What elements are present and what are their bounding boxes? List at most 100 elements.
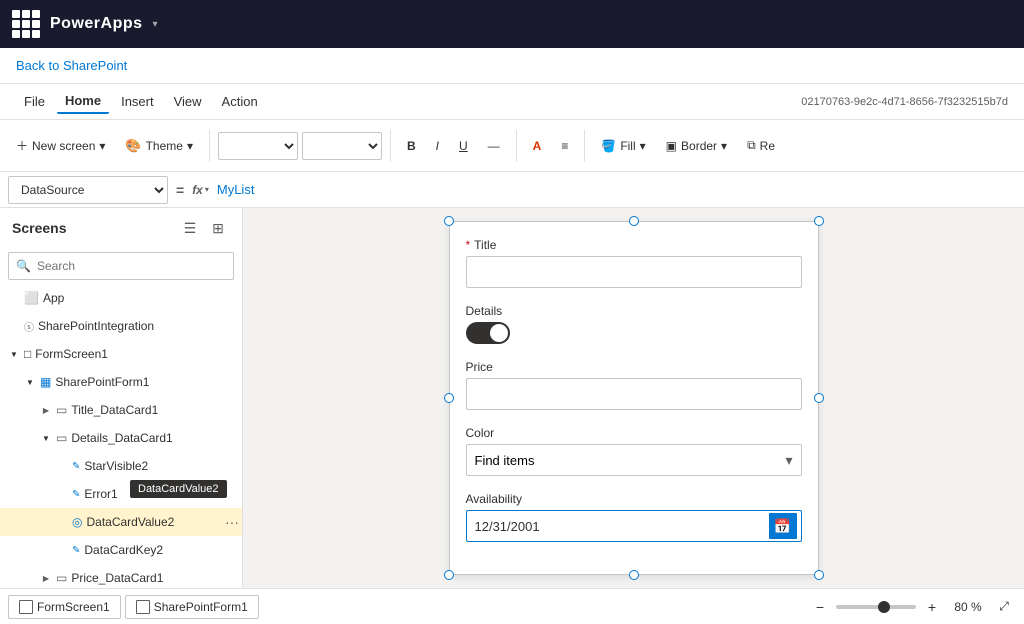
underline-button[interactable]: U bbox=[451, 135, 476, 157]
menu-action[interactable]: Action bbox=[214, 90, 266, 113]
tree: ⬜ App ⓢ SharePointIntegration ▼ □ FormSc… bbox=[0, 284, 242, 588]
tree-item-app[interactable]: ⬜ App bbox=[0, 284, 242, 312]
title-field-label: * Title bbox=[466, 238, 802, 252]
strikethrough-button[interactable]: — bbox=[480, 135, 508, 157]
tab-formscreen1[interactable]: FormScreen1 bbox=[8, 595, 121, 619]
title-input[interactable] bbox=[466, 256, 802, 288]
align-button[interactable]: ≡ bbox=[553, 135, 576, 157]
menu-home[interactable]: Home bbox=[57, 89, 109, 114]
form-preview: * Title Details Price bbox=[449, 221, 819, 575]
handle-right[interactable] bbox=[814, 393, 824, 403]
handle-bottom[interactable] bbox=[629, 570, 639, 580]
handle-bottom-left[interactable] bbox=[444, 570, 454, 580]
reorder-button[interactable]: ⧉ Re bbox=[739, 134, 783, 157]
bottom-bar: FormScreen1 SharePointForm1 − + 80 % ⤢ bbox=[0, 588, 1024, 624]
app-title: PowerApps bbox=[50, 15, 143, 33]
new-screen-chevron-icon: ▾ bbox=[99, 139, 105, 153]
app-grid-icon[interactable] bbox=[12, 10, 40, 38]
zoom-slider[interactable] bbox=[836, 605, 916, 609]
tab-sharepointform1-icon bbox=[136, 600, 150, 614]
spform1-icon: ▦ bbox=[40, 375, 51, 389]
bold-button[interactable]: B bbox=[399, 135, 424, 157]
title-card-expand-icon: ▶ bbox=[40, 404, 52, 416]
menu-insert[interactable]: Insert bbox=[113, 90, 162, 113]
datacardvalue2-icon: ◎ bbox=[72, 515, 82, 529]
handle-top-left[interactable] bbox=[444, 216, 454, 226]
fx-button[interactable]: fx ▾ bbox=[192, 183, 209, 197]
top-bar: PowerApps ▾ bbox=[0, 0, 1024, 48]
tree-item-error1[interactable]: ✎ Error1 DataCardValue2 bbox=[0, 480, 242, 508]
error1-expand-icon bbox=[56, 488, 68, 500]
border-button[interactable]: ▣ Border ▾ bbox=[658, 135, 735, 157]
formscreen1-label: FormScreen1 bbox=[35, 347, 242, 361]
left-panel: Screens ☰ ⊞ 🔍 ⬜ App ⓢ SharePointIntegrat… bbox=[0, 208, 243, 588]
new-screen-button[interactable]: ＋ New screen ▾ bbox=[8, 133, 113, 158]
list-view-icon[interactable]: ☰ bbox=[178, 216, 202, 240]
search-input[interactable] bbox=[8, 252, 234, 280]
zoom-in-button[interactable]: + bbox=[920, 595, 944, 619]
datacardvalue2-label: DataCardValue2 bbox=[86, 515, 218, 529]
calendar-icon: 📅 bbox=[774, 518, 791, 535]
handle-top[interactable] bbox=[629, 216, 639, 226]
price-input[interactable] bbox=[466, 378, 802, 410]
handle-bottom-right[interactable] bbox=[814, 570, 824, 580]
price-field-label: Price bbox=[466, 360, 802, 374]
tree-item-title-card[interactable]: ▶ ▭ Title_DataCard1 bbox=[0, 396, 242, 424]
handle-left[interactable] bbox=[444, 393, 454, 403]
tree-item-spi[interactable]: ⓢ SharePointIntegration bbox=[0, 312, 242, 340]
datacardvalue2-tooltip: DataCardValue2 bbox=[130, 480, 227, 498]
tree-item-datacardkey2[interactable]: ✎ DataCardKey2 bbox=[0, 536, 242, 564]
zoom-thumb bbox=[878, 601, 890, 613]
tab-formscreen1-label: FormScreen1 bbox=[37, 600, 110, 614]
formula-input[interactable] bbox=[217, 176, 1016, 204]
font-size-select[interactable] bbox=[302, 132, 382, 160]
datasource-select[interactable]: DataSource bbox=[8, 176, 168, 204]
fx-chevron-icon: ▾ bbox=[205, 185, 209, 194]
fit-button[interactable]: ⤢ bbox=[992, 595, 1016, 619]
color-field-group: Color Find items ▾ bbox=[466, 426, 802, 476]
new-screen-icon: ＋ bbox=[16, 137, 28, 154]
spi-label: SharePointIntegration bbox=[38, 319, 242, 333]
calendar-button[interactable]: 📅 bbox=[769, 513, 797, 539]
tab-sharepointform1-label: SharePointForm1 bbox=[154, 600, 248, 614]
handle-top-right[interactable] bbox=[814, 216, 824, 226]
spi-expand-icon bbox=[8, 320, 20, 332]
availability-field-group: Availability 12/31/2001 📅 bbox=[466, 492, 802, 542]
menu-view[interactable]: View bbox=[166, 90, 210, 113]
italic-button[interactable]: I bbox=[428, 135, 447, 157]
zoom-out-button[interactable]: − bbox=[808, 595, 832, 619]
tree-item-price-card[interactable]: ▶ ▭ Price_DataCard1 bbox=[0, 564, 242, 588]
tree-item-starvisible2[interactable]: ✎ StarVisible2 bbox=[0, 452, 242, 480]
color-dropdown[interactable]: Find items ▾ bbox=[466, 444, 802, 476]
title-required-marker: * bbox=[466, 238, 471, 252]
datacardvalue2-more-button[interactable]: ··· bbox=[222, 512, 242, 532]
back-to-sharepoint-link[interactable]: Back to SharePoint bbox=[16, 58, 127, 73]
details-card-expand-icon: ▼ bbox=[40, 432, 52, 444]
font-color-button[interactable]: A bbox=[525, 135, 550, 157]
fill-button[interactable]: 🪣 Fill ▾ bbox=[593, 135, 653, 157]
app-label: App bbox=[43, 291, 242, 305]
tree-item-details-card[interactable]: ▼ ▭ Details_DataCard1 bbox=[0, 424, 242, 452]
tab-formscreen1-icon bbox=[19, 600, 33, 614]
app-chevron-icon[interactable]: ▾ bbox=[153, 19, 158, 30]
tab-sharepointform1[interactable]: SharePointForm1 bbox=[125, 595, 259, 619]
fill-chevron-icon: ▾ bbox=[640, 139, 646, 153]
menu-file[interactable]: File bbox=[16, 90, 53, 113]
color-field-label: Color bbox=[466, 426, 802, 440]
canvas-area: * Title Details Price bbox=[243, 208, 1024, 588]
starvisible2-label: StarVisible2 bbox=[84, 459, 242, 473]
tree-item-formscreen1[interactable]: ▼ □ FormScreen1 bbox=[0, 340, 242, 368]
app-expand-icon bbox=[8, 292, 20, 304]
details-toggle[interactable] bbox=[466, 322, 510, 344]
tree-item-datacardvalue2[interactable]: ◎ DataCardValue2 ··· bbox=[0, 508, 242, 536]
search-icon: 🔍 bbox=[16, 259, 31, 273]
spform1-label: SharePointForm1 bbox=[55, 375, 242, 389]
title-field-group: * Title bbox=[466, 238, 802, 288]
theme-button[interactable]: 🎨 Theme ▾ bbox=[117, 134, 201, 158]
tree-item-spform1[interactable]: ▼ ▦ SharePointForm1 bbox=[0, 368, 242, 396]
error1-icon: ✎ bbox=[72, 489, 80, 500]
ribbon-separator-3 bbox=[516, 130, 517, 162]
font-family-select[interactable] bbox=[218, 132, 298, 160]
availability-date-value: 12/31/2001 bbox=[475, 519, 765, 534]
grid-view-icon[interactable]: ⊞ bbox=[206, 216, 230, 240]
